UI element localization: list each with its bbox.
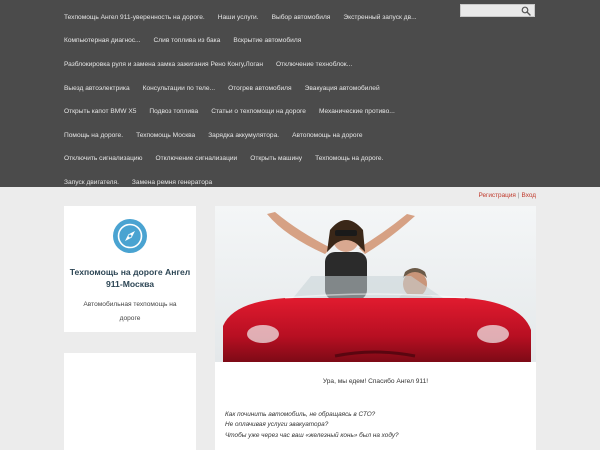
nav-row-4: Выезд автоэлектрика Консультации по теле.… bbox=[64, 77, 393, 95]
intro-line: Как починить автомобиль, не обращаясь в … bbox=[225, 411, 376, 418]
nav-link[interactable]: Запуск двигателя. bbox=[64, 179, 119, 186]
nav-link[interactable]: Техпомощь Ангел 911-уверенность на дорог… bbox=[64, 14, 205, 21]
nav-link[interactable]: Отключение сигнализации bbox=[155, 155, 237, 162]
nav-link[interactable]: Выезд автоэлектрика bbox=[64, 85, 130, 92]
nav-link[interactable]: Техпомощь Москва bbox=[136, 132, 195, 139]
nav-link[interactable]: Техпомощь на дороге. bbox=[315, 155, 383, 162]
nav-link[interactable]: Помощь на дороге. bbox=[64, 132, 123, 139]
nav-link[interactable]: Отключение техноблок... bbox=[276, 61, 352, 68]
auth-separator: | bbox=[517, 192, 520, 199]
nav-row-5: Открыть капот BMW X5 Подвоз топлива Статьи… bbox=[64, 100, 408, 118]
intro-text: Как починить автомобиль, не обращаясь в … bbox=[225, 410, 525, 441]
nav-row-8: Запуск двигателя. Замена ремня генератора bbox=[64, 171, 225, 189]
nav-link[interactable]: Отключить сигнализацию bbox=[64, 155, 142, 162]
nav-link[interactable]: Механические противо... bbox=[319, 108, 395, 115]
sidebar-widget bbox=[64, 353, 196, 450]
nav-link[interactable]: Открыть капот BMW X5 bbox=[64, 108, 136, 115]
nav-link[interactable]: Экстренный запуск дв... bbox=[343, 14, 416, 21]
compass-icon[interactable] bbox=[112, 218, 148, 254]
nav-link[interactable]: Статьи о техпомощи на дороге bbox=[211, 108, 306, 115]
nav-link[interactable]: Компьютерная диагнос... bbox=[64, 37, 141, 44]
nav-row-2: Компьютерная диагнос... Слив топлива из б… bbox=[64, 29, 314, 47]
nav-link[interactable]: Слив топлива из бака bbox=[154, 37, 221, 44]
nav-row-7: Отключить сигнализацию Отключение сигнали… bbox=[64, 147, 396, 165]
nav-link[interactable]: Разблокировка руля и замена замка зажига… bbox=[64, 61, 263, 68]
nav-link[interactable]: Вскрытие автомобиля bbox=[233, 37, 301, 44]
top-navigation: Техпомощь Ангел 911-уверенность на дорог… bbox=[0, 0, 600, 187]
login-link[interactable]: Вход bbox=[522, 192, 536, 199]
nav-link[interactable]: Наши услуги. bbox=[218, 14, 259, 21]
site-description: Автомобильная техпомощь на дороге bbox=[83, 301, 177, 322]
nav-row-3: Разблокировка руля и замена замка зажига… bbox=[64, 53, 365, 71]
main-content: Ура, мы едем! Спасибо Ангел 911! Как поч… bbox=[215, 206, 536, 450]
intro-line: Чтобы уже через час ваш «железный конь» … bbox=[225, 431, 399, 439]
nav-link[interactable]: Консультации по теле... bbox=[143, 85, 215, 92]
search-input[interactable] bbox=[460, 4, 535, 17]
hero-image bbox=[215, 206, 536, 362]
site-title[interactable]: Техпомощь на дороге Ангел 911-Москва bbox=[64, 266, 196, 290]
nav-link[interactable]: Подвоз топлива bbox=[149, 108, 198, 115]
nav-link[interactable]: Автопомощь на дороге bbox=[292, 132, 362, 139]
nav-link[interactable]: Отогрев автомобиля bbox=[228, 85, 292, 92]
brand-card: Техпомощь на дороге Ангел 911-Москва Авт… bbox=[64, 206, 196, 332]
auth-links: Регистрация | Вход bbox=[479, 192, 537, 199]
nav-link[interactable]: Зарядка аккумулятора. bbox=[208, 132, 279, 139]
nav-row-1: Техпомощь Ангел 911-уверенность на дорог… bbox=[64, 6, 430, 24]
register-link[interactable]: Регистрация bbox=[479, 192, 516, 199]
nav-link[interactable]: Выбор автомобиля bbox=[272, 14, 331, 21]
search-icon[interactable] bbox=[521, 6, 531, 16]
hero-caption: Ура, мы едем! Спасибо Ангел 911! bbox=[322, 378, 429, 385]
nav-row-6: Помощь на дороге. Техпомощь Москва Зарядка… bbox=[64, 124, 376, 142]
nav-link[interactable]: Эвакуация автомобилей bbox=[305, 85, 380, 92]
nav-link[interactable]: Замена ремня генератора bbox=[132, 179, 212, 186]
nav-link[interactable]: Открыть машину bbox=[250, 155, 302, 162]
intro-line: Не оплачивая услуги эвакуатора? bbox=[225, 421, 329, 429]
